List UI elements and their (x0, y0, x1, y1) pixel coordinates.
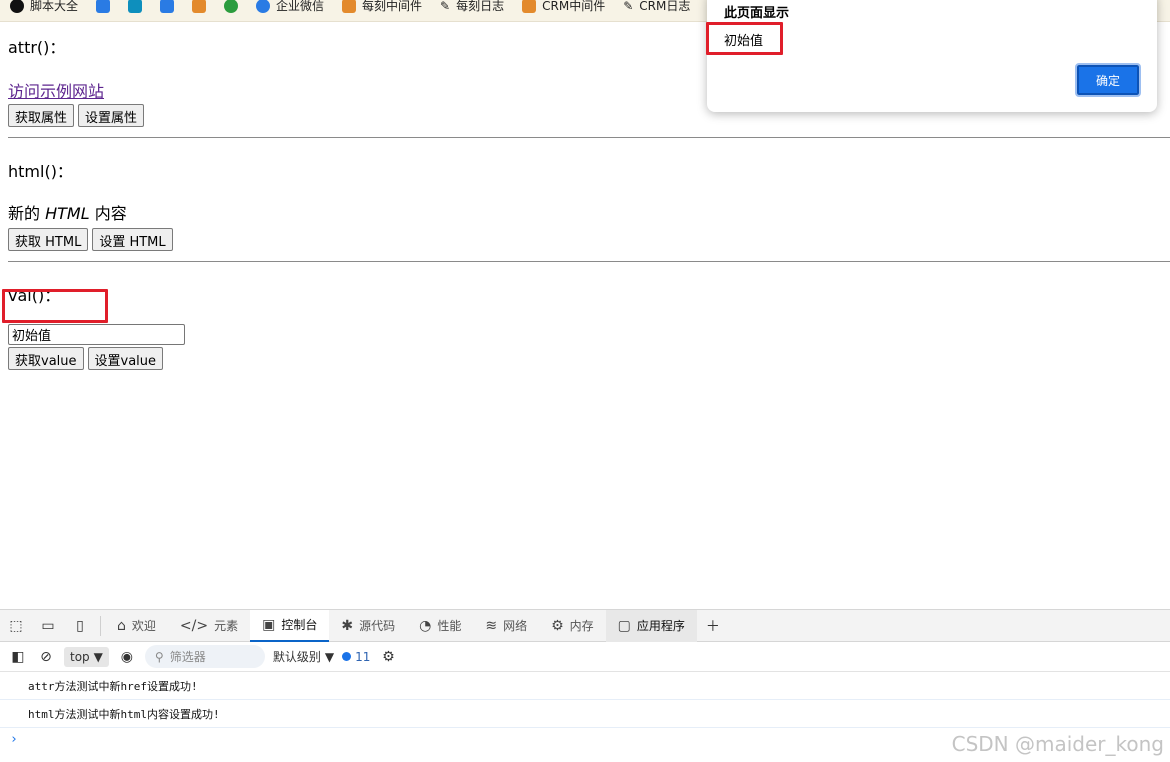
chevron-down-icon: ▼ (324, 649, 335, 664)
bookmark-label: 每刻日志 (456, 0, 505, 13)
context-label: top (70, 649, 90, 664)
sidebar-toggle-icon[interactable]: ◧ (8, 647, 28, 667)
eye-icon[interactable]: ◉ (117, 647, 137, 667)
tab-label: 源代码 (359, 619, 396, 633)
val-section-title: val()： (8, 286, 61, 305)
watermark: CSDN @maider_kong (951, 732, 1164, 756)
gauge-icon: ◔ (419, 617, 432, 634)
filter-input[interactable]: ⚲ 筛选器 (144, 645, 265, 668)
add-tab-icon[interactable]: ＋ (697, 610, 729, 642)
divider (8, 261, 1170, 262)
html-content-emphasis: HTML (45, 204, 90, 223)
maycur-icon (522, 0, 537, 13)
log-line: attr方法测试中新href设置成功! (0, 672, 1170, 700)
maycur-icon (342, 0, 357, 13)
bookmark-item[interactable] (192, 0, 207, 13)
console-icon: ▣ (262, 616, 276, 633)
filter-icon: ⚲ (154, 649, 164, 664)
console-toolbar: ◧ ⊘ top ▼ ◉ ⚲ 筛选器 默认级别 ▼ 11 ⚙ (0, 642, 1170, 672)
bug-icon: ✱ (341, 617, 354, 634)
get-attribute-button[interactable]: 获取属性 (8, 104, 75, 127)
html-section-title: html()： (8, 162, 73, 181)
devtools-tabbar: ⬚ ▭ ▯ ⌂ 欢迎 </> 元素 ▣ 控制台 ✱ 源代码 ◔ 性能 ≋ 网络 … (0, 609, 1170, 642)
clear-console-icon[interactable]: ⊘ (36, 647, 56, 667)
bookmark-item[interactable]: CRM中间件 (522, 0, 605, 14)
bookmark-item[interactable]: 脚本大全 (10, 0, 78, 14)
value-input[interactable] (8, 324, 185, 345)
bookmark-item[interactable] (128, 0, 143, 13)
app-window-icon: ▢ (617, 617, 631, 634)
bookmark-label: CRM中间件 (542, 0, 606, 13)
wifi-icon: ≋ (485, 617, 498, 634)
html-content: 新的 HTML 内容 (8, 200, 1170, 224)
device-emulation-icon[interactable]: ▭ (32, 610, 64, 642)
tab-label: 内存 (569, 619, 594, 633)
tab-label: 网络 (503, 619, 528, 633)
home-icon: ⌂ (117, 617, 126, 634)
bookmark-item[interactable] (224, 0, 239, 13)
alert-title: 此页面显示 (724, 6, 790, 21)
chip-icon: ⚙ (551, 617, 564, 634)
app-icon (192, 0, 207, 13)
bookmark-item[interactable]: ✎ 每刻日志 (440, 0, 504, 14)
tab-label: 欢迎 (131, 619, 156, 633)
inspect-icon[interactable]: ⬚ (0, 610, 32, 642)
code-icon: </> (179, 617, 209, 634)
example-site-link[interactable]: 访问示例网站 (8, 82, 104, 101)
tab-elements[interactable]: </> 元素 (168, 610, 250, 642)
tab-label: 应用程序 (636, 619, 685, 633)
tab-network[interactable]: ≋ 网络 (473, 610, 539, 642)
settings-gear-icon[interactable]: ⚙ (378, 647, 398, 667)
pen-icon: ✎ (440, 0, 451, 13)
set-attribute-button[interactable]: 设置属性 (78, 104, 145, 127)
dock-icon[interactable]: ▯ (64, 610, 96, 642)
bookmark-label: 每刻中间件 (362, 0, 423, 13)
log-level-label: 默认级别 (272, 650, 321, 664)
get-value-button[interactable]: 获取value (8, 347, 84, 370)
message-count-badge[interactable]: 11 (342, 650, 370, 664)
html-content-suffix: 内容 (89, 204, 127, 223)
alert-message: 初始值 (724, 34, 764, 49)
message-icon (342, 652, 352, 661)
bookmark-label: 企业微信 (276, 0, 325, 13)
tab-label: 性能 (437, 619, 462, 633)
tab-welcome[interactable]: ⌂ 欢迎 (105, 610, 168, 642)
gear-green-icon (224, 0, 239, 13)
tab-console[interactable]: ▣ 控制台 (250, 609, 330, 642)
get-html-button[interactable]: 获取 HTML (8, 228, 89, 251)
tab-sources[interactable]: ✱ 源代码 (329, 610, 407, 642)
alert-ok-button[interactable]: 确定 (1075, 63, 1141, 97)
chevron-down-icon: ▼ (93, 649, 103, 664)
tab-performance[interactable]: ◔ 性能 (407, 610, 473, 642)
message-count: 11 (355, 649, 371, 664)
alert-dialog: 此页面显示 初始值 确定 (707, 0, 1157, 112)
bookmark-item[interactable] (96, 0, 111, 13)
divider (8, 137, 1170, 138)
bookmark-item[interactable]: 企业微信 (256, 0, 324, 14)
context-selector[interactable]: top ▼ (64, 646, 109, 667)
filter-placeholder: 筛选器 (169, 650, 206, 664)
html-content-prefix: 新的 (8, 204, 46, 223)
app-icon (96, 0, 111, 13)
app-icon (160, 0, 175, 13)
black-circle-icon (10, 0, 24, 13)
bookmark-item[interactable] (160, 0, 175, 13)
tab-label: 元素 (214, 619, 239, 633)
log-line: html方法测试中新html内容设置成功! (0, 700, 1170, 728)
tab-label: 控制台 (281, 618, 318, 632)
tab-application[interactable]: ▢ 应用程序 (605, 609, 697, 642)
bookmark-label: CRM日志 (639, 0, 691, 13)
log-level-selector[interactable]: 默认级别 ▼ (273, 648, 334, 665)
set-html-button[interactable]: 设置 HTML (92, 228, 173, 251)
divider (100, 615, 101, 636)
bookmark-item[interactable]: 每刻中间件 (342, 0, 422, 14)
app-icon (128, 0, 143, 13)
tab-memory[interactable]: ⚙ 内存 (539, 610, 606, 642)
wecom-icon (256, 0, 271, 13)
set-value-button[interactable]: 设置value (87, 347, 164, 370)
pen-icon: ✎ (623, 0, 634, 13)
bookmark-item[interactable]: ✎ CRM日志 (623, 0, 690, 14)
bookmark-label: 脚本大全 (30, 0, 79, 13)
